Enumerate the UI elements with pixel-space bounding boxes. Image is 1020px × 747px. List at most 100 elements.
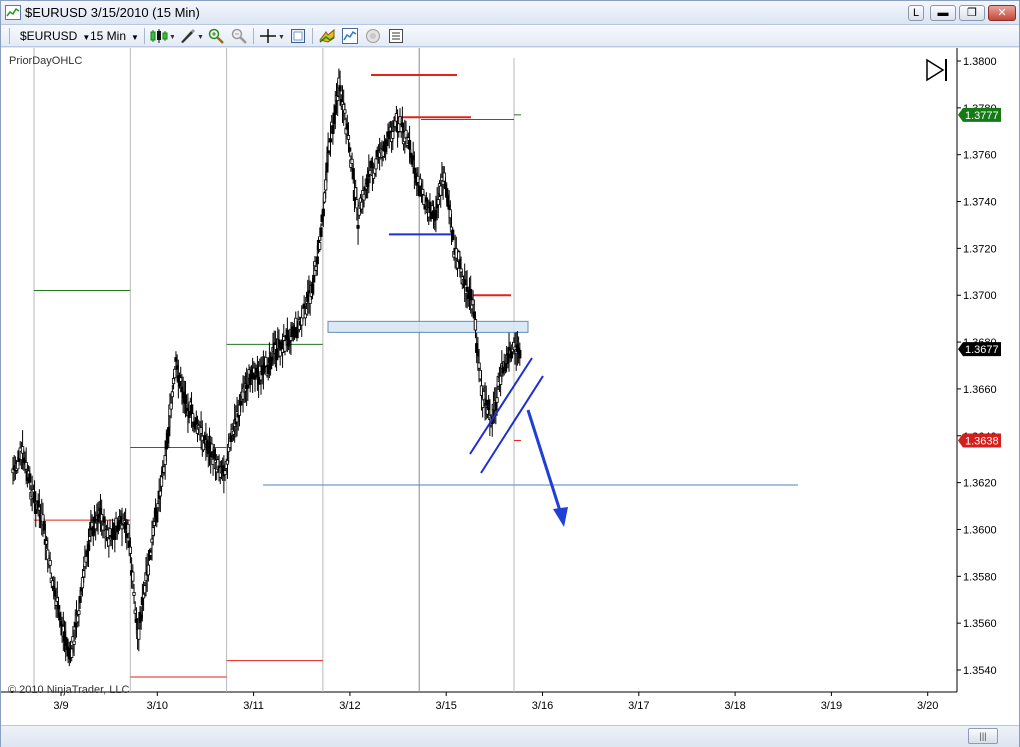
highlight-zone (327, 320, 529, 333)
candle-body (155, 511, 159, 523)
candle-body (451, 229, 455, 241)
candle-body (346, 135, 351, 140)
price-tick-label: 1.3660 (963, 384, 997, 396)
indicators-icon[interactable] (342, 28, 358, 44)
scrollbar-thumb[interactable]: ||| (968, 728, 998, 744)
price-tick-label: 1.3580 (963, 571, 997, 583)
price-tick-label: 1.3740 (963, 197, 997, 209)
svg-text:▼: ▼ (278, 34, 285, 41)
candle-body (374, 158, 378, 170)
candle-body (315, 256, 319, 265)
date-tick-label: 3/19 (821, 700, 842, 712)
candle-body (321, 208, 325, 217)
zoom-in-icon[interactable] (208, 28, 224, 44)
data-box-icon[interactable] (290, 28, 306, 44)
price-tag-green-label: 1.3777 (965, 110, 999, 122)
chart-app-icon (5, 5, 21, 20)
candle-body (495, 397, 499, 403)
instrument-label: $EURUSD (20, 29, 78, 43)
candle-body (113, 531, 117, 540)
price-tag-red-label: 1.3638 (965, 435, 999, 447)
minimize-button[interactable]: ▬ (930, 5, 956, 21)
candle-body (132, 592, 136, 596)
link-button[interactable]: L (908, 5, 924, 21)
toolbar-separator (312, 28, 313, 44)
drawing-tool-icon[interactable]: ▼ (179, 28, 203, 44)
candle-body (350, 158, 354, 164)
date-tick-label: 3/11 (243, 700, 264, 712)
candle-body (183, 394, 188, 404)
skip-to-end-icon (926, 58, 947, 82)
chart-properties-icon[interactable] (388, 28, 404, 44)
candle-body (246, 384, 250, 389)
last-price-tag-label: 1.3677 (965, 344, 999, 356)
candle-body (436, 199, 440, 206)
candle-body (128, 546, 133, 554)
restore-button[interactable]: ❐ (959, 5, 985, 21)
date-tick-label: 3/15 (435, 700, 456, 712)
close-button[interactable]: ✕ (988, 5, 1016, 21)
horizontal-scrollbar[interactable]: ||| (1, 725, 1019, 747)
candle-body (312, 274, 316, 283)
candle-body (518, 349, 522, 359)
chart-panel[interactable]: 1.38001.37801.37601.37401.37201.37001.36… (1, 48, 1019, 725)
forecast-arrow-head (553, 507, 568, 527)
candle-body (338, 85, 342, 92)
date-tick-label: 3/16 (532, 700, 553, 712)
price-chart[interactable]: 1.38001.37801.37601.37401.37201.37001.36… (1, 48, 1019, 725)
candle-body (48, 560, 52, 566)
candle-body (477, 362, 481, 369)
candle-body (391, 131, 395, 139)
date-tick-label: 3/9 (53, 700, 68, 712)
forecast-arrow (526, 409, 563, 515)
toolbar-separator (253, 28, 254, 44)
candle-body (173, 368, 177, 379)
date-tick-label: 3/10 (147, 700, 168, 712)
chevron-down-icon: ▼ (131, 33, 139, 42)
price-tick-label: 1.3720 (963, 243, 997, 255)
instrument-selector[interactable]: $EURUSD ▼ (20, 28, 90, 44)
candle-body (169, 402, 173, 410)
candle-body (319, 227, 323, 237)
toolbar-separator (144, 28, 145, 44)
price-tick-label: 1.3700 (963, 290, 997, 302)
candle-body (170, 391, 174, 398)
candle-body (158, 490, 162, 497)
price-tick-label: 1.3540 (963, 665, 997, 677)
svg-text:▼: ▼ (197, 34, 203, 41)
candle-body (72, 640, 76, 645)
candle-body (167, 427, 171, 437)
candle-body (78, 596, 82, 604)
candle-body (28, 473, 32, 483)
candle-body (77, 610, 81, 615)
indicator-label: PriorDayOHLC (9, 55, 83, 67)
price-tick-label: 1.3600 (963, 524, 997, 536)
candle-body (328, 138, 333, 143)
candle-body (351, 168, 355, 180)
candle-body (318, 242, 322, 250)
crosshair-icon[interactable]: ▼ (259, 28, 285, 44)
candle-body (146, 564, 150, 576)
candle-body (131, 571, 135, 582)
skip-to-end-triangle (926, 58, 945, 82)
chart-style-icon[interactable]: ▼ (150, 28, 174, 44)
zoom-out-icon[interactable] (231, 28, 247, 44)
chart-toolbar: $EURUSD ▼ 15 Min ▼ ▼ ▼ ▼ (1, 25, 1019, 47)
price-tick-label: 1.3560 (963, 618, 997, 630)
price-tick-label: 1.3760 (963, 150, 997, 162)
price-tick-label: 1.3620 (963, 478, 997, 490)
date-tick-label: 3/12 (339, 700, 360, 712)
price-series (11, 68, 522, 667)
interval-label: 15 Min (90, 29, 127, 43)
chart-window: $EURUSD 3/15/2010 (15 Min) L ▬ ❐ ✕ $EURU… (0, 0, 1020, 747)
strategies-icon[interactable] (318, 28, 336, 44)
candle-body (407, 140, 412, 150)
date-tick-label: 3/17 (628, 700, 649, 712)
interval-selector[interactable]: 15 Min ▼ (90, 28, 139, 44)
candle-body (137, 628, 141, 640)
title-bar[interactable]: $EURUSD 3/15/2010 (15 Min) L ▬ ❐ ✕ (1, 1, 1019, 25)
date-tick-label: 3/18 (724, 700, 745, 712)
candle-body (126, 523, 130, 534)
price-tick-label: 1.3800 (963, 56, 997, 68)
properties-icon[interactable] (365, 28, 381, 44)
